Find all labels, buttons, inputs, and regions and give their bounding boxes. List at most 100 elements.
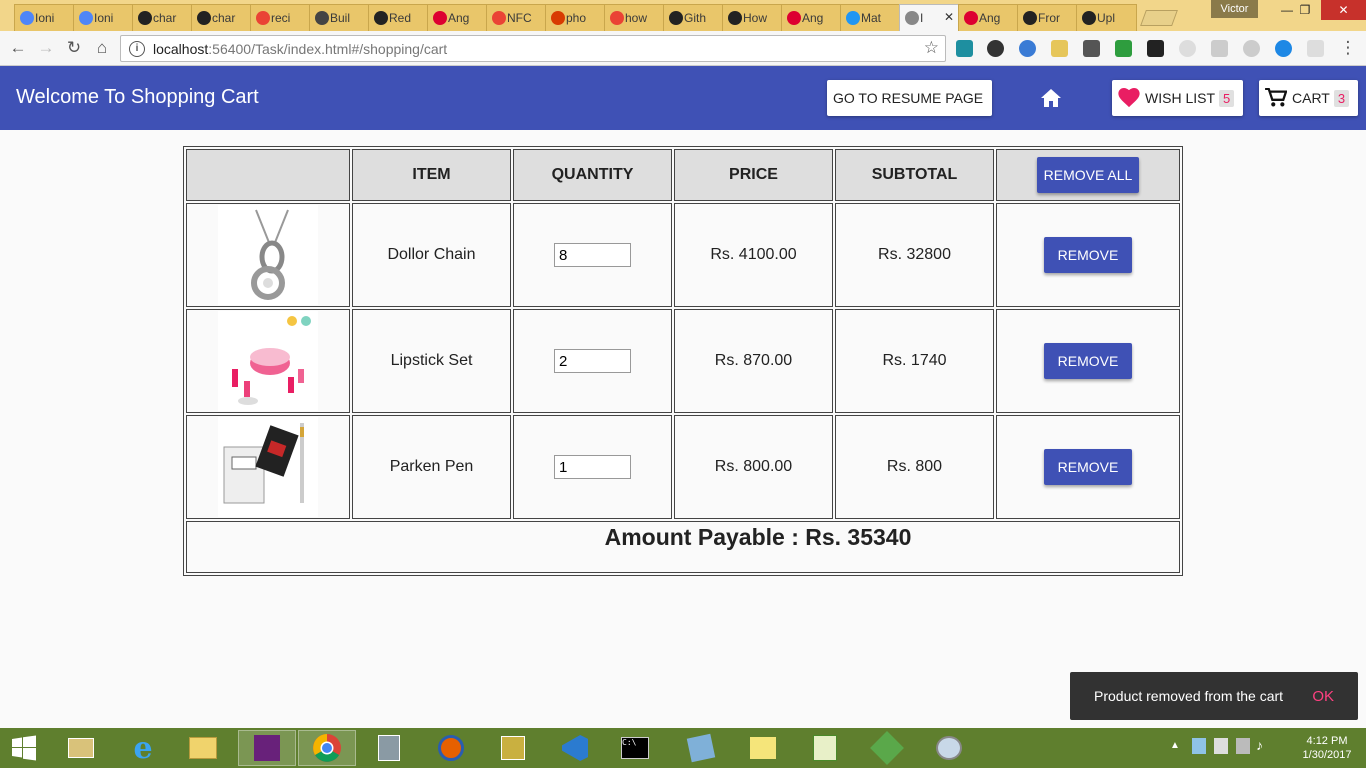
- browser-tab[interactable]: I ✕: [899, 4, 960, 31]
- home-icon[interactable]: [1040, 88, 1062, 108]
- cart-header-row: ITEM QUANTITY PRICE SUBTOTAL REMOVE ALL: [186, 149, 1180, 201]
- quantity-input[interactable]: [554, 455, 631, 479]
- grey-extension-icon-2[interactable]: [1211, 40, 1228, 57]
- maximize-button[interactable]: ❐: [1290, 0, 1320, 20]
- bookmark-star-icon[interactable]: ☆: [924, 38, 939, 58]
- taskbar-paint-app[interactable]: [920, 730, 978, 766]
- taskbar-files-app[interactable]: [174, 730, 232, 766]
- google-icon: [492, 11, 506, 25]
- taskbar-sticky-notes-app[interactable]: [734, 730, 792, 766]
- remove-all-button[interactable]: REMOVE ALL: [1037, 157, 1139, 193]
- taskbar-notes-app[interactable]: [672, 730, 730, 766]
- quantity-input[interactable]: [554, 349, 631, 373]
- product-image-cell: [186, 203, 350, 307]
- new-tab-button[interactable]: [1140, 10, 1178, 26]
- css-extension-icon[interactable]: [1051, 40, 1068, 57]
- shopping-cart-icon: [1265, 88, 1287, 107]
- browser-tab[interactable]: Upl: [1076, 4, 1137, 31]
- tab-title: Ang: [448, 11, 470, 25]
- edge-extension-icon[interactable]: [1275, 40, 1292, 57]
- taskbar-clock[interactable]: 4:12 PM 1/30/2017: [1294, 734, 1360, 762]
- browser-tab[interactable]: char: [132, 4, 193, 31]
- tab-title: reci: [271, 11, 291, 25]
- remove-button[interactable]: REMOVE: [1044, 449, 1132, 485]
- tray-network-icon[interactable]: [1236, 738, 1250, 754]
- taskbar-cmd-app[interactable]: C:\: [606, 730, 664, 766]
- taskbar-vscode-app[interactable]: [546, 730, 604, 766]
- browser-tab[interactable]: how: [604, 4, 665, 31]
- cart-row: Dollor Chain Rs. 4100.00Rs. 32800 REMOVE: [186, 203, 1180, 307]
- close-tab-icon[interactable]: ✕: [944, 10, 954, 24]
- browser-tab[interactable]: Mat: [840, 4, 901, 31]
- person-extension-icon[interactable]: [1307, 40, 1324, 57]
- browser-tab[interactable]: NFC: [486, 4, 547, 31]
- browser-tab[interactable]: How: [722, 4, 783, 31]
- browser-tab[interactable]: Gith: [663, 4, 724, 31]
- taskbar-calculator-app[interactable]: [360, 730, 418, 766]
- calculator-icon: [378, 735, 400, 761]
- cart-button[interactable]: CART 3: [1259, 80, 1358, 116]
- wishlist-button[interactable]: WISH LIST 5: [1112, 80, 1243, 116]
- forward-button[interactable]: →: [35, 37, 57, 59]
- taskbar-app-store[interactable]: [858, 730, 916, 766]
- taskbar-firefox-app[interactable]: [422, 730, 480, 766]
- browser-tab[interactable]: Ang: [958, 4, 1019, 31]
- chrome-icon: [313, 734, 341, 762]
- taskbar-ie-app[interactable]: e: [114, 730, 172, 766]
- browser-tab[interactable]: Red: [368, 4, 429, 31]
- quantity-column-header: QUANTITY: [513, 149, 672, 201]
- item-name: Lipstick Set: [352, 309, 511, 413]
- address-bar[interactable]: i localhost:56400/Task/index.html#/shopp…: [120, 35, 946, 62]
- angular-icon: [433, 11, 447, 25]
- back-button[interactable]: ←: [7, 37, 29, 59]
- browser-tab[interactable]: Fror: [1017, 4, 1078, 31]
- info-icon[interactable]: i: [129, 40, 145, 57]
- extension-icon[interactable]: [956, 40, 973, 57]
- tray-app-icon[interactable]: [1192, 738, 1206, 754]
- reload-button[interactable]: ↻: [63, 37, 85, 59]
- taskbar-notepad-plus-app[interactable]: [796, 730, 854, 766]
- tray-expand-icon[interactable]: ▲: [1170, 740, 1180, 751]
- browser-tab[interactable]: Buil: [309, 4, 370, 31]
- close-window-button[interactable]: ✕: [1321, 0, 1366, 20]
- visual-studio-icon: [254, 735, 280, 761]
- tab-title: char: [212, 11, 236, 25]
- paint-icon: [936, 736, 962, 760]
- image-column-header: [186, 149, 350, 201]
- browser-tab[interactable]: Ang: [427, 4, 488, 31]
- tab-title: char: [153, 11, 177, 25]
- settings-gear-icon[interactable]: [987, 40, 1004, 57]
- cors-extension-icon[interactable]: [1115, 40, 1132, 57]
- item-subtotal: Rs. 32800: [835, 203, 994, 307]
- item-price: Rs. 870.00: [674, 309, 833, 413]
- remove-button[interactable]: REMOVE: [1044, 237, 1132, 273]
- taskbar-network-app[interactable]: [484, 730, 542, 766]
- extension-badge-icon[interactable]: [1083, 40, 1100, 57]
- grey-extension-icon[interactable]: [1179, 40, 1196, 57]
- taskbar-visual-studio-app[interactable]: [238, 730, 296, 766]
- browser-tab[interactable]: char: [191, 4, 252, 31]
- angular-extension-icon[interactable]: [1243, 40, 1260, 57]
- menu-kebab-icon[interactable]: ⋮: [1337, 37, 1359, 59]
- browser-tab[interactable]: Ioni: [14, 4, 75, 31]
- go-to-resume-button[interactable]: GO TO RESUME PAGE: [827, 80, 992, 116]
- browser-tab[interactable]: Ang: [781, 4, 842, 31]
- browser-tab[interactable]: pho: [545, 4, 606, 31]
- tab-title: Gith: [684, 11, 707, 25]
- tray-volume-icon[interactable]: ♪: [1256, 737, 1263, 753]
- browser-tab[interactable]: Ioni: [73, 4, 134, 31]
- quantity-input[interactable]: [554, 243, 631, 267]
- profile-button[interactable]: Victor: [1211, 0, 1258, 18]
- browser-tab[interactable]: reci: [250, 4, 311, 31]
- home-button[interactable]: ⌂: [91, 37, 113, 59]
- globe-extension-icon[interactable]: [1019, 40, 1036, 57]
- snackbar: Product removed from the cart OK: [1070, 672, 1358, 720]
- tray-flag-icon[interactable]: [1214, 738, 1228, 754]
- film-extension-icon[interactable]: [1147, 40, 1164, 57]
- taskbar-chrome-app[interactable]: [298, 730, 356, 766]
- remove-button[interactable]: REMOVE: [1044, 343, 1132, 379]
- notepad-icon: [686, 733, 716, 763]
- snackbar-ok-button[interactable]: OK: [1312, 688, 1334, 705]
- taskbar-explorer-app[interactable]: [52, 730, 110, 766]
- start-button[interactable]: [0, 730, 48, 766]
